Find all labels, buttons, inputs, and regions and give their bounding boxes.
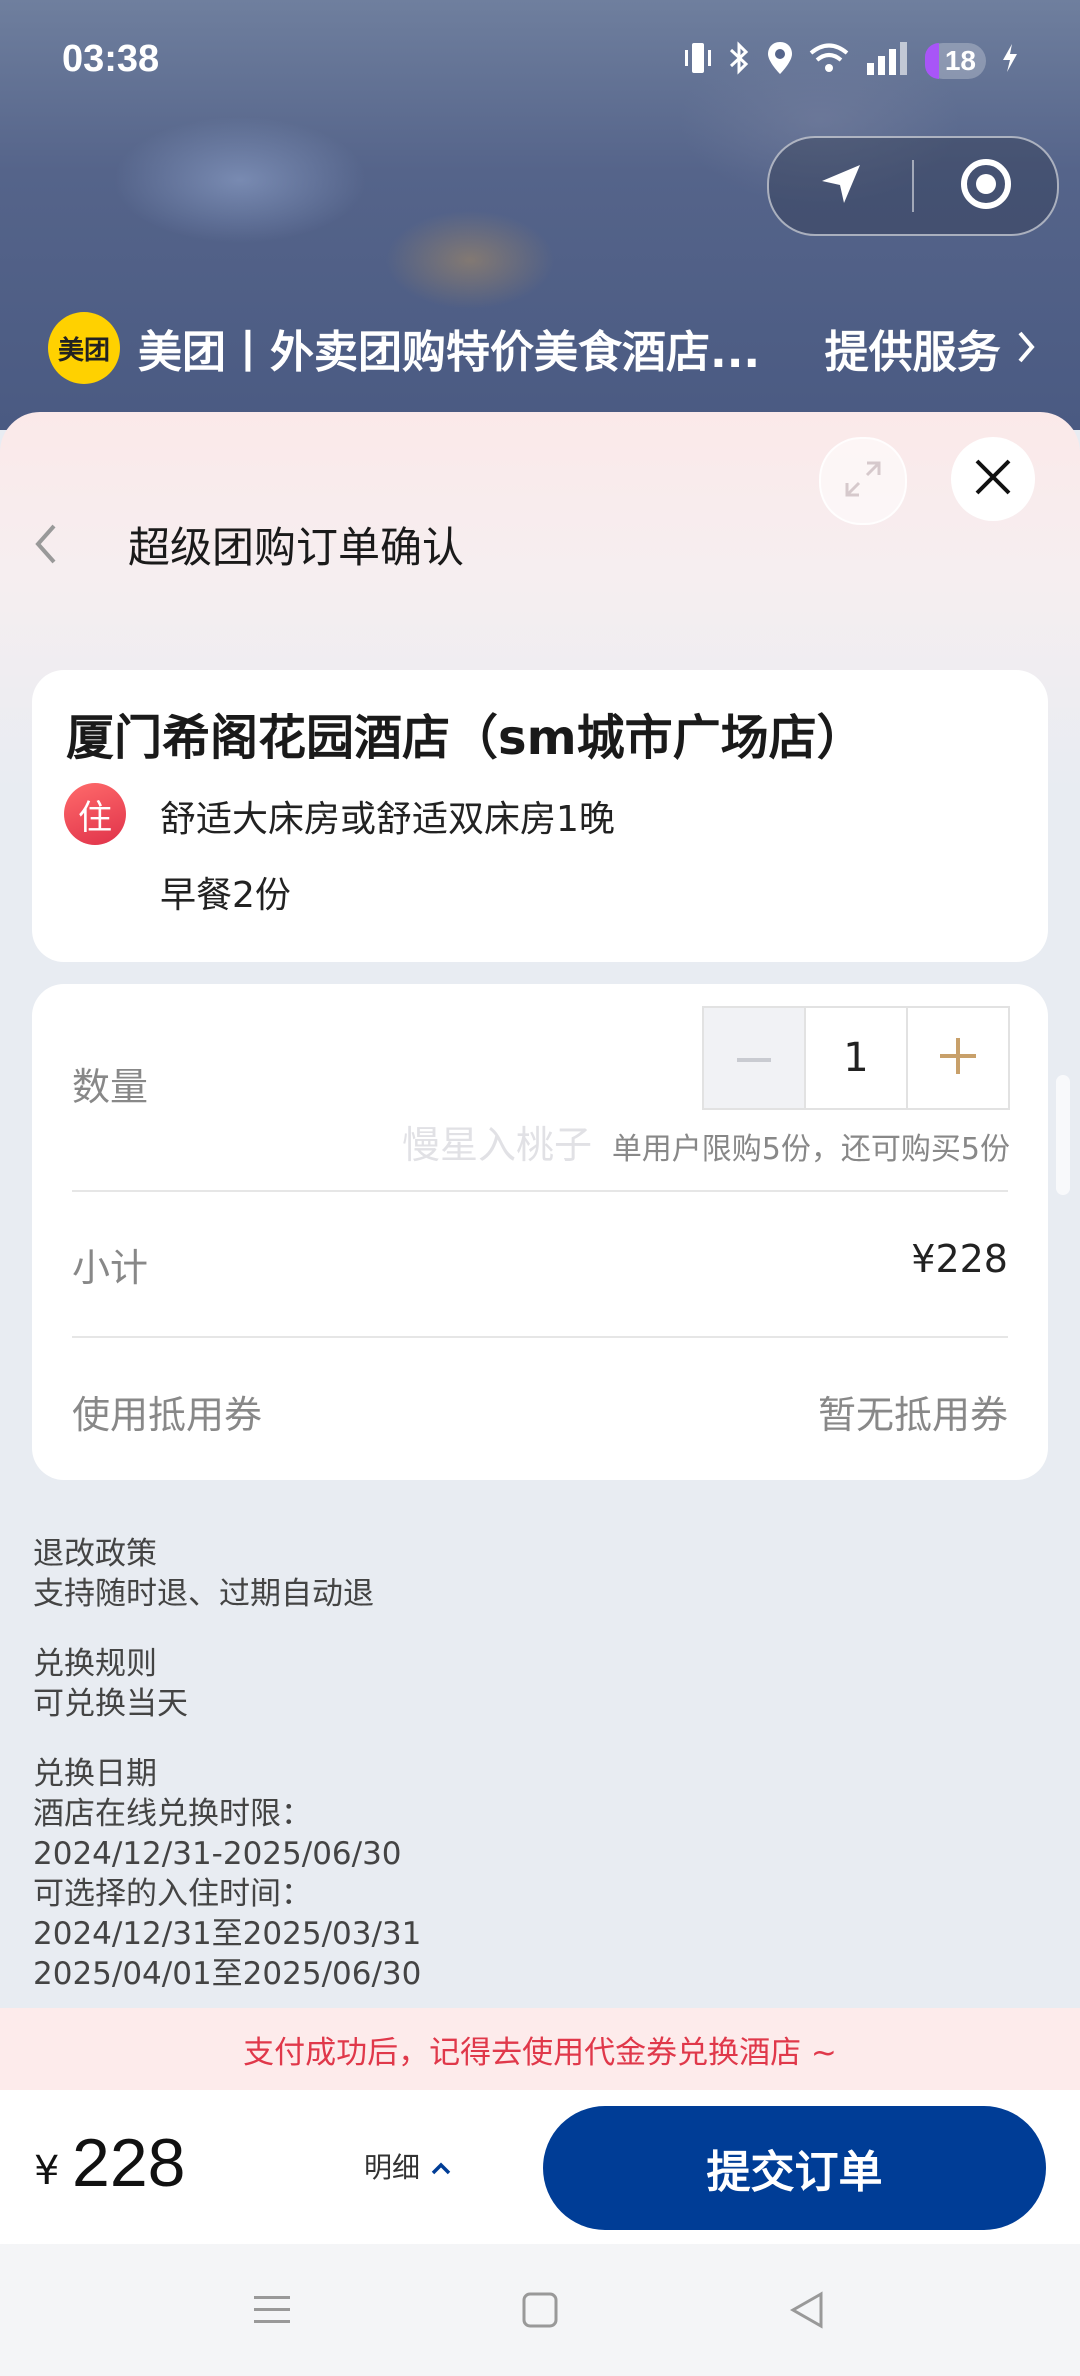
hotel-card: 厦门希阁花园酒店（sm城市广场店） 住 舒适大床房或舒适双床房1晚 早餐2份 <box>32 670 1048 962</box>
purchase-limit: 单用户限购5份，还可购买5份 <box>611 1132 1010 1167</box>
exchange-dates-line: 酒店在线兑换时限： <box>33 1796 312 1832</box>
chevron-right-icon <box>1016 327 1038 378</box>
navigate-arrow-icon <box>818 161 864 211</box>
target-icon <box>959 157 1013 215</box>
vibrate-icon <box>683 41 713 80</box>
increase-button[interactable] <box>908 1008 1008 1108</box>
exchange-dates-title: 兑换日期 <box>33 1756 157 1792</box>
exchange-rule-text: 可兑换当天 <box>33 1686 188 1722</box>
order-card: 数量 1 慢星入桃子 单用户限购5份，还可购买5份 小计 ¥228 使用抵用券 … <box>32 984 1048 1480</box>
back-triangle-icon[interactable] <box>776 2280 836 2340</box>
status-time: 03:38 <box>62 38 160 80</box>
watermark: 慢星入桃子 <box>402 1123 593 1167</box>
service-link[interactable]: 提供服务 <box>825 316 1038 380</box>
status-icons: 18 <box>683 40 1020 81</box>
refund-policy-title: 退改政策 <box>33 1536 157 1572</box>
location-icon <box>765 40 795 81</box>
back-icon[interactable] <box>30 520 64 572</box>
price-detail-link[interactable]: 明细 <box>364 2146 452 2186</box>
hotel-name: 厦门希阁花园酒店（sm城市广场店） <box>66 710 865 766</box>
miniprogram-capsule <box>767 136 1059 236</box>
miniprogram-close-button[interactable] <box>914 138 1057 234</box>
miniprogram-title-row[interactable]: 美团 美团丨外卖团购特价美食酒店... 提供服务 <box>48 310 1038 386</box>
expand-icon <box>841 457 885 505</box>
exchange-dates: 兑换日期 酒店在线兑换时限： 2024/12/31-2025/06/30 可选择… <box>33 1754 421 1994</box>
refund-policy: 退改政策 支持随时退、过期自动退 <box>33 1534 374 1614</box>
room-type: 舒适大床房或舒适双床房1晚 <box>160 799 615 840</box>
miniprogram-name: 美团丨外卖团购特价美食酒店... <box>138 327 761 378</box>
meituan-logo: 美团 <box>48 312 120 384</box>
wifi-icon <box>809 42 849 79</box>
close-icon <box>973 457 1013 501</box>
page-title: 超级团购订单确认 <box>128 523 465 572</box>
currency-symbol: ¥ <box>34 2148 60 2194</box>
signal-icon <box>863 41 911 80</box>
coupon-value[interactable]: 暂无抵用券 <box>818 1384 1008 1439</box>
minus-icon <box>737 1049 771 1068</box>
navigate-button[interactable] <box>769 138 912 234</box>
exchange-dates-line: 2024/12/31-2025/06/30 <box>33 1836 402 1872</box>
breakfast-info: 早餐2份 <box>160 875 291 916</box>
exchange-dates-line: 2024/12/31至2025/03/31 <box>33 1916 422 1952</box>
menu-icon[interactable] <box>242 2280 302 2340</box>
total-price: 228 <box>72 2125 186 2201</box>
chevron-up-icon <box>430 2150 452 2183</box>
home-icon[interactable] <box>510 2280 570 2340</box>
refund-policy-text: 支持随时退、过期自动退 <box>33 1576 374 1612</box>
exchange-dates-line: 2025/04/01至2025/06/30 <box>33 1956 422 1992</box>
system-nav-bar <box>0 2244 1080 2376</box>
submit-order-button[interactable]: 提交订单 <box>543 2106 1046 2230</box>
exchange-rule: 兑换规则 可兑换当天 <box>33 1644 188 1724</box>
plus-icon <box>940 1038 976 1078</box>
quantity-label: 数量 <box>72 1065 149 1109</box>
battery-indicator: 18 <box>924 42 986 79</box>
price-detail-label: 明细 <box>364 2151 421 2184</box>
service-link-label: 提供服务 <box>824 327 1001 378</box>
bluetooth-icon <box>727 41 751 80</box>
divider <box>72 1190 1008 1192</box>
page-header: 超级团购订单确认 <box>0 504 1080 584</box>
status-bar: 03:38 18 <box>0 0 1080 120</box>
checkout-bar: ¥ 228 明细 提交订单 <box>0 2090 1080 2244</box>
quantity-value[interactable]: 1 <box>804 1008 908 1108</box>
coupon-label: 使用抵用券 <box>72 1393 263 1437</box>
subtotal-label: 小计 <box>72 1246 149 1290</box>
quantity-stepper: 1 <box>702 1006 1010 1110</box>
payment-notice: 支付成功后，记得去使用代金券兑换酒店 ~ <box>0 2008 1080 2090</box>
divider <box>72 1336 1008 1338</box>
scrollbar[interactable] <box>1056 1075 1070 1195</box>
stay-badge: 住 <box>64 783 126 845</box>
charging-icon <box>1000 42 1020 79</box>
subtotal-value: ¥228 <box>911 1237 1008 1281</box>
order-sheet: 超级团购订单确认 厦门希阁花园酒店（sm城市广场店） 住 舒适大床房或舒适双床房… <box>0 412 1080 2092</box>
exchange-rule-title: 兑换规则 <box>33 1646 157 1682</box>
battery-level: 18 <box>944 44 976 76</box>
decrease-button[interactable] <box>704 1008 804 1108</box>
exchange-dates-line: 可选择的入住时间： <box>33 1876 312 1912</box>
